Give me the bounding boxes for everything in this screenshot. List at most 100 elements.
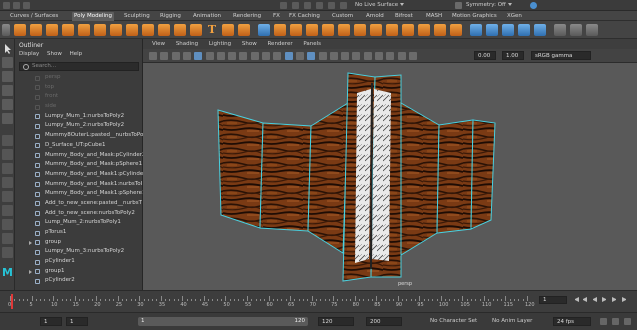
user-icon[interactable] (530, 2, 537, 9)
anti-aliasing-icon[interactable] (363, 52, 372, 60)
outliner-menu-show[interactable]: Show (47, 51, 62, 57)
pipe-icon[interactable] (158, 24, 170, 36)
tab-animation[interactable]: Animation (191, 12, 223, 21)
tab-custom[interactable]: Custom (330, 12, 355, 21)
boolean-icon[interactable] (290, 24, 302, 36)
four-layout-icon[interactable] (2, 149, 13, 160)
target-weld-icon[interactable] (418, 24, 430, 36)
poly-sphere-icon[interactable] (14, 24, 26, 36)
outliner-item[interactable]: top (15, 83, 143, 93)
helix-icon[interactable] (174, 24, 186, 36)
tab-arnold[interactable]: Arnold (364, 12, 386, 21)
start-time-field[interactable]: 1 (40, 317, 62, 326)
gate-mask-icon[interactable] (228, 52, 237, 60)
film-gate-icon[interactable] (205, 52, 214, 60)
bridge-icon[interactable] (338, 24, 350, 36)
viewport-menu-panels[interactable]: Panels (303, 41, 321, 47)
wireframe-icon[interactable] (273, 52, 282, 60)
fill-hole-icon[interactable] (370, 24, 382, 36)
append-icon[interactable] (386, 24, 398, 36)
uv-layout-icon[interactable] (2, 233, 13, 244)
poly-disc-icon[interactable] (110, 24, 122, 36)
outliner-item[interactable]: pCylinder2 (15, 276, 143, 286)
tab-poly-modeling[interactable]: Poly Modeling (72, 12, 115, 21)
range-slider[interactable]: 1 120 (138, 317, 308, 326)
motion-blur-icon[interactable] (352, 52, 361, 60)
loop-icon[interactable] (600, 318, 607, 325)
outliner-item[interactable]: group (15, 238, 143, 248)
lights-icon[interactable] (318, 52, 327, 60)
snap-point-icon[interactable] (316, 2, 323, 9)
audio-icon[interactable] (612, 318, 619, 325)
exposure-field[interactable]: 0.00 (474, 51, 496, 60)
connect-icon[interactable] (434, 24, 446, 36)
extrude-icon[interactable] (322, 24, 334, 36)
viewport-menu-shading[interactable]: Shading (176, 41, 198, 47)
outliner-item[interactable]: front (15, 92, 143, 102)
viewport-menu-renderer[interactable]: Renderer (267, 41, 292, 47)
platonic-icon[interactable] (126, 24, 138, 36)
bookmark-icon[interactable] (171, 52, 180, 60)
current-frame-marker[interactable] (11, 294, 13, 309)
end-time-field[interactable]: 200 (366, 317, 402, 326)
viewport-menu-lighting[interactable]: Lighting (209, 41, 231, 47)
viewport-persp[interactable]: persp (143, 63, 637, 290)
anim-prefs-icon[interactable] (624, 318, 631, 325)
outliner-item[interactable]: Add_to_new_scene:pasted__nurbsT (15, 199, 143, 209)
live-surface-dropdown[interactable]: No Live Surface (355, 2, 405, 9)
outliner-item[interactable]: Add_to_new_scene:nurbsToPoly2 (15, 209, 143, 219)
tab-motion-graphics[interactable]: Motion Graphics (450, 12, 499, 21)
tab-rigging[interactable]: Rigging (158, 12, 183, 21)
hypershade-layout-icon[interactable] (2, 205, 13, 216)
bevel-icon[interactable] (354, 24, 366, 36)
outliner-item[interactable]: pCylinder1 (15, 257, 143, 267)
outliner-item[interactable]: group1 (15, 267, 143, 277)
uv-editor-icon[interactable] (470, 24, 482, 36)
textured-icon[interactable] (307, 52, 316, 60)
outliner-item[interactable]: Mummy8OuterL:pasted__nurbsToPo (15, 131, 143, 141)
xray-joints-icon[interactable] (397, 52, 406, 60)
auto-map-icon[interactable] (534, 24, 546, 36)
save-scene-icon[interactable] (23, 2, 30, 9)
new-scene-icon[interactable] (3, 2, 10, 9)
go-to-end-icon[interactable] (622, 297, 627, 302)
outliner-item[interactable]: Mummy_Body_and_Mask1:pSphere1 (15, 189, 143, 199)
expand-arrow-icon[interactable] (29, 241, 32, 246)
playback-start-field[interactable]: 1 (66, 317, 88, 326)
quad-draw-icon[interactable] (450, 24, 462, 36)
tab-fx-caching[interactable]: FX Caching (287, 12, 322, 21)
snap-grid-icon[interactable] (292, 2, 299, 9)
freeze-icon[interactable] (554, 24, 566, 36)
viewport-menu-view[interactable]: View (152, 41, 165, 47)
rotate-tool-icon[interactable] (2, 99, 13, 110)
pyramid-icon[interactable] (142, 24, 154, 36)
spherical-map-icon[interactable] (518, 24, 530, 36)
tab-mash[interactable]: MASH (424, 12, 444, 21)
snap-view-icon[interactable] (328, 2, 335, 9)
outliner-item[interactable]: Lumpy_Mum_1:nurbsToPoly2 (15, 112, 143, 122)
play-forward-icon[interactable] (602, 297, 607, 302)
time-slider[interactable]: 0 5 10 15 20 25 30 35 40 45 50 55 60 65 70 75 80 85 90 95 10… (0, 290, 637, 312)
poly-cone-icon[interactable] (62, 24, 74, 36)
select-tool-icon[interactable] (2, 43, 13, 54)
outliner-item[interactable]: Mummy_Body_and_Mask1:pCylinde (15, 170, 143, 180)
magnet-icon[interactable] (280, 2, 287, 9)
ambient-occlusion-icon[interactable] (341, 52, 350, 60)
side-by-side-layout-icon[interactable] (2, 163, 13, 174)
render-layout-icon[interactable] (2, 219, 13, 230)
separate-icon[interactable] (258, 24, 270, 36)
anim-layer-dropdown[interactable]: No Anim Layer (492, 318, 532, 324)
tab-curves-surfaces[interactable]: Curves / Surfaces (8, 12, 60, 21)
outliner-item[interactable]: Mummy_Body_and_Mask:pCylinder2 (15, 151, 143, 161)
symmetry-dropdown[interactable]: Symmetry: Off (466, 2, 512, 9)
gamma-field[interactable]: 1.00 (502, 51, 524, 60)
tab-xgen[interactable]: XGen (505, 12, 524, 21)
outliner-item[interactable]: persp (15, 73, 143, 83)
default-material-icon[interactable] (295, 52, 304, 60)
poly-text-icon[interactable]: T (206, 24, 218, 36)
shadows-icon[interactable] (329, 52, 338, 60)
go-to-start-icon[interactable] (574, 297, 579, 302)
poly-cylinder-icon[interactable] (46, 24, 58, 36)
field-chart-icon[interactable] (239, 52, 248, 60)
tab-bifrost[interactable]: Bifrost (393, 12, 415, 21)
